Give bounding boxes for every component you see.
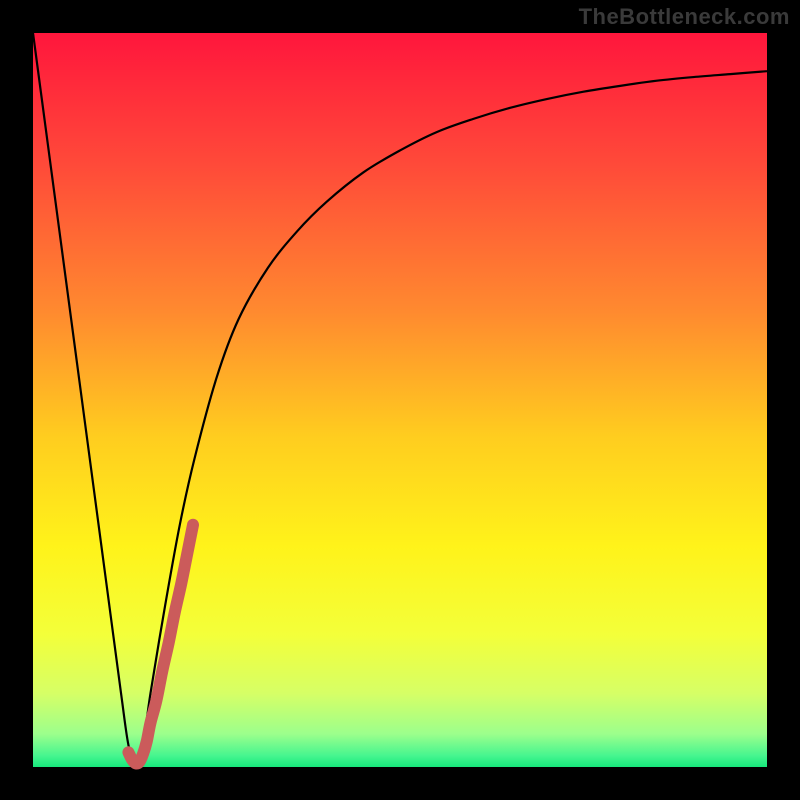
plot-background [33,33,767,767]
bottleneck-chart [0,0,800,800]
chart-frame: TheBottleneck.com [0,0,800,800]
